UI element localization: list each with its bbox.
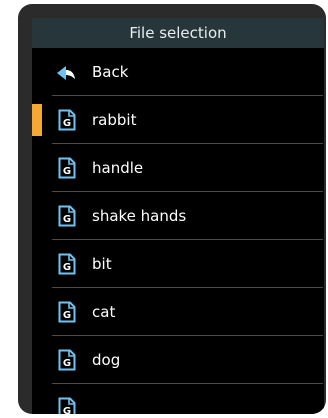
file-name: dog [92, 351, 121, 369]
back-arrow-icon [57, 66, 75, 80]
screen: File selection Back Grabbit Ghandle Gshake… [32, 18, 324, 414]
file-name: cat [92, 303, 116, 321]
file-icon-glyph: G [63, 118, 71, 129]
file-name: handle [92, 159, 144, 177]
file-name: rabbit [92, 111, 137, 129]
file-item[interactable]: G [32, 384, 324, 414]
back-item[interactable]: Back [32, 48, 324, 96]
file-icon-glyph: G [63, 358, 71, 369]
back-label: Back [92, 63, 129, 81]
file-item[interactable]: Grabbit [32, 96, 324, 144]
file-icon: G [58, 205, 76, 227]
file-item[interactable]: Gcat [32, 288, 324, 336]
file-icon-glyph: G [63, 262, 71, 273]
file-name: shake hands [92, 207, 187, 225]
file-icon-glyph: G [63, 166, 71, 177]
file-item[interactable]: Gdog [32, 336, 324, 384]
file-icon-glyph: G [63, 406, 71, 414]
file-icon: G [58, 253, 76, 275]
file-icon-glyph: G [63, 310, 71, 321]
file-item[interactable]: Gshake hands [32, 192, 324, 240]
file-icon: G [58, 349, 76, 371]
file-icon: G [58, 109, 76, 131]
file-item[interactable]: Gbit [32, 240, 324, 288]
file-icon: G [58, 397, 76, 414]
page-title: File selection [129, 24, 227, 42]
file-icon: G [58, 301, 76, 323]
title-bar: File selection [32, 18, 324, 48]
selection-indicator [32, 104, 42, 136]
file-item[interactable]: Ghandle [32, 144, 324, 192]
file-name: bit [92, 255, 112, 273]
file-icon-glyph: G [63, 214, 71, 225]
file-icon: G [58, 157, 76, 179]
device-frame: File selection Back Grabbit Ghandle Gshake… [18, 4, 326, 414]
